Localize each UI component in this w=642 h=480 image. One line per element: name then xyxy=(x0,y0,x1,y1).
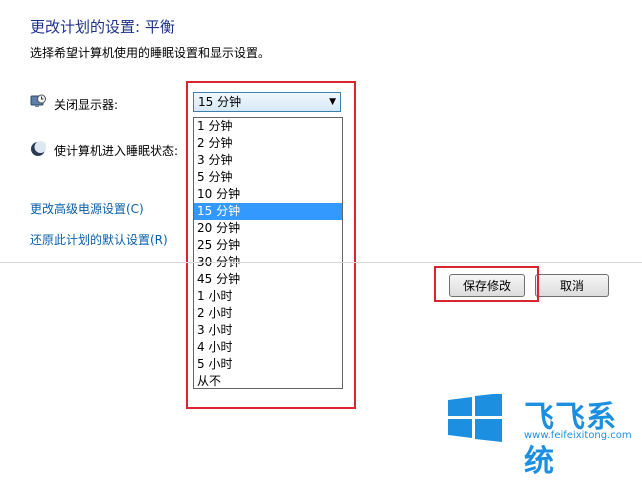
divider xyxy=(0,262,642,263)
annotation-frame-save xyxy=(434,266,539,302)
sleep-label: 使计算机进入睡眠状态: xyxy=(54,144,179,158)
page-subtitle: 选择希望计算机使用的睡眠设置和显示设置。 xyxy=(30,46,271,60)
cancel-button[interactable]: 取消 xyxy=(535,274,609,297)
monitor-clock-icon xyxy=(30,94,46,110)
watermark: 飞飞系统 www.feifeixitong.com xyxy=(446,390,636,479)
restore-defaults-link[interactable]: 还原此计划的默认设置(R) xyxy=(30,231,168,248)
page-title: 更改计划的设置: 平衡 xyxy=(30,18,175,36)
watermark-url: www.feifeixitong.com xyxy=(524,430,632,441)
advanced-power-settings-link[interactable]: 更改高级电源设置(C) xyxy=(30,200,144,217)
moon-sleep-icon xyxy=(30,141,47,157)
windows-logo-icon xyxy=(446,393,504,442)
display-off-label: 关闭显示器: xyxy=(54,98,119,112)
annotation-frame-dropdown xyxy=(186,81,356,409)
